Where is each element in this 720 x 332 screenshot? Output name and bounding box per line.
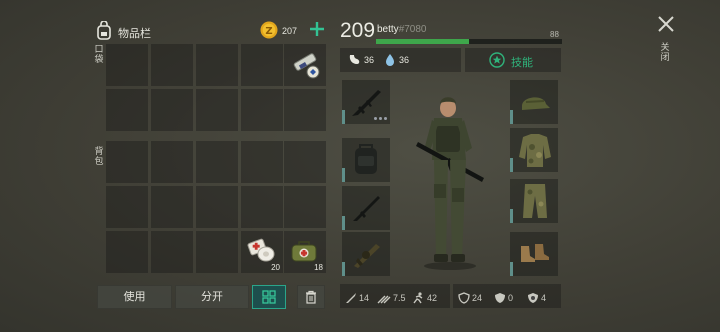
backpack-slot-bandage[interactable]: 20 [241,231,283,273]
weapon-slot-secondary[interactable] [342,186,390,230]
pocket-slot[interactable] [106,89,148,131]
knife-icon [346,293,356,303]
close-icon [658,16,674,32]
military-cap-icon [518,88,552,116]
backpack-slot[interactable] [241,186,283,228]
armor-value: 24 [472,293,483,303]
backpack-label: 背包 [94,146,104,166]
walkie-talkie-icon [288,50,324,82]
use-button[interactable]: 使用 [97,285,172,309]
boots-icon [518,242,552,266]
backpack-slot[interactable] [284,186,326,228]
ranged-value: 7.5 [393,293,406,303]
backpack-slot[interactable] [106,141,148,183]
backpack-slot[interactable] [196,186,238,228]
backpack-slot[interactable] [151,231,193,273]
medical-bag-icon [288,236,322,266]
rifle-icon [348,190,384,226]
gear-slot-legs[interactable] [510,179,558,223]
water-value: 36 [399,55,410,65]
shield-icon [458,292,470,304]
backpack-slot[interactable] [151,186,193,228]
protection-value: 4 [541,293,547,303]
protection-stat: 4 [527,292,546,304]
needs-panel: 36 36 [340,48,461,72]
defense-stat: 0 [494,292,513,304]
health-bar [376,39,562,44]
grid-icon [262,290,276,304]
player-level: 209 [340,19,376,42]
split-button[interactable]: 分开 [175,285,249,309]
inventory-header: 物品栏 Z 207 [95,20,335,44]
water-drop-icon [384,53,396,67]
character-avatar [410,90,490,270]
item-count: 20 [271,263,280,272]
speed-stat: 42 [411,292,437,304]
pocket-slot[interactable] [106,44,148,86]
backpack-slot[interactable] [106,231,148,273]
coin-icon: Z [260,21,278,39]
player-name: betty [377,24,399,35]
player-name-row: betty#7080 [377,24,427,35]
tactical-backpack-icon [350,142,382,178]
skills-label: 技能 [511,57,533,69]
player-tag: #7080 [398,24,427,35]
bullet-icon [377,295,391,304]
gear-slot-body[interactable] [510,128,558,172]
coin-count: 207 [282,26,298,36]
melee-value: 14 [359,293,370,303]
attachment-dots [374,117,388,120]
pocket-slot[interactable] [284,89,326,131]
pockets-label: 口袋 [94,44,104,64]
star-icon [489,52,505,68]
backpack-slot[interactable] [196,231,238,273]
pocket-slot[interactable] [151,44,193,86]
weapon-slot-primary[interactable] [342,80,390,124]
bandage-icon [245,235,279,265]
grenade-launcher-icon [348,236,384,272]
backpack-slot[interactable] [196,141,238,183]
add-coins-button[interactable] [308,19,326,39]
trash-button[interactable] [297,285,325,309]
trash-icon [305,290,317,304]
gear-slot-feet[interactable] [510,232,558,276]
inventory-title: 物品栏 [118,28,151,40]
svg-text:Z: Z [265,26,272,37]
assault-rifle-icon [348,84,384,120]
camo-pants-icon [521,182,549,220]
close-label: 关闭 [660,42,670,62]
armor-stat: 24 [458,292,482,304]
food-value: 36 [364,55,375,65]
sort-grid-button[interactable] [252,285,286,309]
melee-stat: 14 [345,292,369,304]
ranged-stat: 7.5 [377,292,406,304]
pocket-slot[interactable] [151,89,193,131]
gear-slot-head[interactable] [510,80,558,124]
health-bar-fill [376,39,469,44]
pocket-slot[interactable] [241,89,283,131]
backpack-slot[interactable] [284,141,326,183]
backpack-slot-medical-bag[interactable]: 18 [284,231,326,273]
pocket-slot[interactable] [241,44,283,86]
pocket-slot[interactable] [196,44,238,86]
hazard-shield-icon [528,293,538,303]
defense-shield-icon [495,293,505,303]
stomach-icon [347,53,361,67]
pocket-slot-walkie-talkie[interactable] [284,44,326,86]
close-button[interactable] [656,14,676,34]
item-count: 18 [314,263,323,272]
speed-value: 42 [427,293,438,303]
defense-value: 0 [508,293,514,303]
backpack-icon [95,21,113,41]
backpack-equip-slot[interactable] [342,138,390,182]
backpack-slot[interactable] [106,186,148,228]
weapon-slot-launcher[interactable] [342,232,390,276]
camo-jacket-icon [517,131,553,169]
backpack-slot[interactable] [241,141,283,183]
backpack-slot[interactable] [151,141,193,183]
running-icon [413,292,423,304]
skills-button[interactable]: 技能 [465,48,561,72]
health-value: 88 [550,30,559,39]
pocket-slot[interactable] [196,89,238,131]
